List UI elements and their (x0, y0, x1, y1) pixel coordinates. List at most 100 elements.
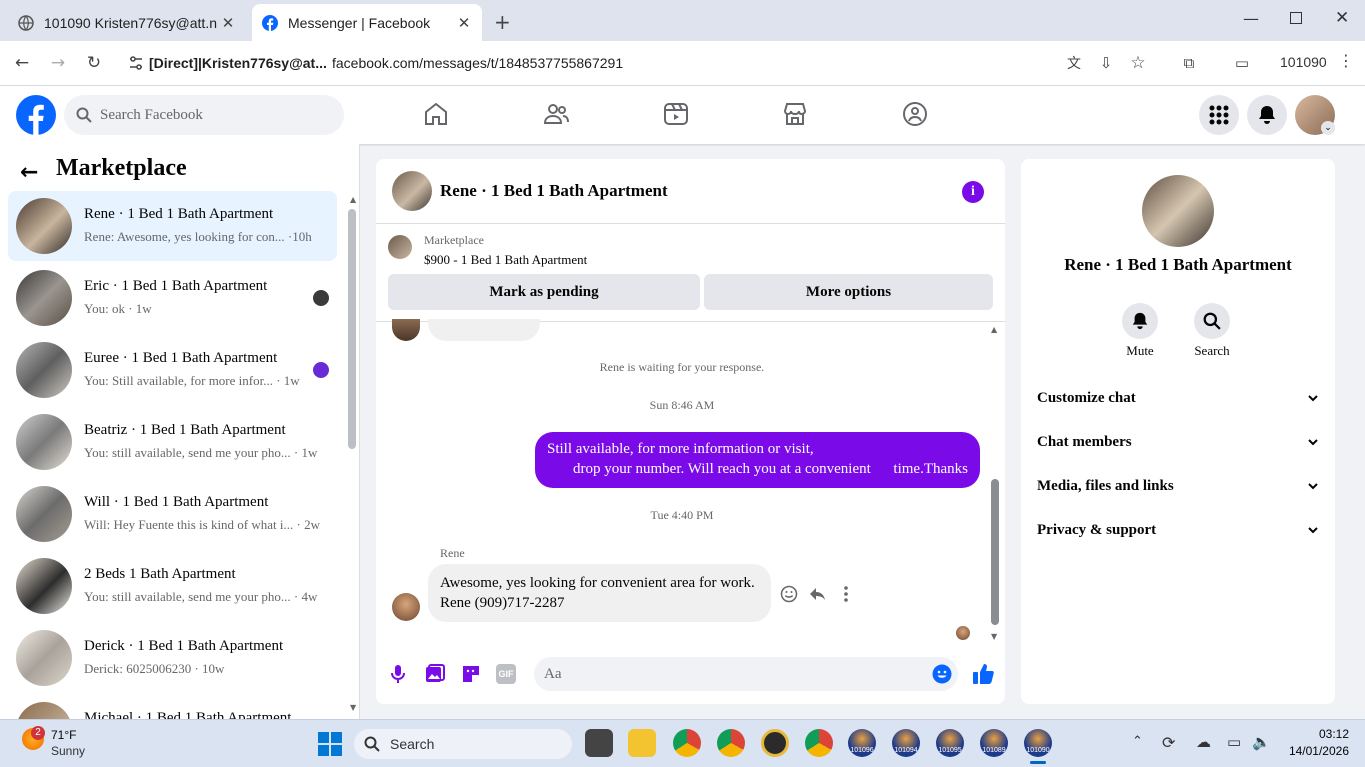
back-arrow-icon[interactable]: ← (20, 160, 38, 185)
conversation-item[interactable]: Eric · 1 Bed 1 Bath Apartment You: ok · 1… (8, 263, 337, 333)
clock-date[interactable]: 14/01/2026 (1283, 744, 1349, 758)
app-icon[interactable] (761, 729, 789, 757)
conversation-item[interactable]: Beatriz · 1 Bed 1 Bath Apartment You: sti… (8, 407, 337, 477)
chrome-app-icon[interactable] (717, 729, 745, 757)
facebook-search-input[interactable]: Search Facebook (64, 95, 344, 135)
browser-profile-app-icon[interactable]: 101095 (936, 729, 964, 757)
more-actions-icon[interactable] (837, 585, 855, 603)
notifications-button[interactable] (1247, 95, 1287, 135)
taskbar-search[interactable]: Search (354, 729, 572, 759)
browser-tab-inactive[interactable]: 101090 Kristen776sy@att.n ✕ (8, 4, 246, 41)
reply-icon[interactable] (808, 585, 826, 603)
new-tab-icon[interactable]: + (494, 10, 511, 34)
file-explorer-icon[interactable] (628, 729, 656, 757)
sender-avatar[interactable] (392, 593, 420, 621)
section-label: Customize chat (1037, 389, 1136, 406)
address-bar[interactable]: [Direct]|Kristen776sy@at... facebook.com… (120, 47, 1160, 79)
minimize-icon[interactable]: — (1243, 9, 1259, 28)
groups-icon[interactable] (902, 101, 928, 127)
browser-tab-active[interactable]: Messenger | Facebook ✕ (252, 4, 482, 41)
chevron-down-icon (1307, 524, 1319, 536)
windows-start-icon[interactable] (318, 732, 342, 756)
info-name: Rene · 1 Bed 1 Bath Apartment (1064, 255, 1292, 274)
close-window-icon[interactable]: ✕ (1335, 8, 1349, 28)
bookmark-star-icon[interactable]: ☆ (1126, 51, 1150, 75)
marketplace-icon[interactable] (782, 101, 808, 127)
translate-icon[interactable]: 文 (1062, 51, 1086, 75)
video-icon[interactable] (663, 101, 689, 127)
info-section-chat-members[interactable]: Chat members (1037, 420, 1319, 464)
install-app-icon[interactable]: ⇩ (1094, 51, 1118, 75)
browser-profile-app-icon[interactable]: 101094 (892, 729, 920, 757)
chat-scrollbar[interactable]: ▲ ▼ (990, 325, 1000, 641)
profile-label[interactable]: 101090 (1280, 54, 1327, 70)
site-settings-icon[interactable] (128, 55, 144, 71)
back-icon[interactable]: ← (10, 51, 34, 75)
close-tab-icon[interactable]: ✕ (456, 14, 472, 32)
chevron-down-icon[interactable]: ⌄ (1321, 121, 1335, 135)
network-icon[interactable]: ☁ (1196, 733, 1211, 751)
emoji-icon[interactable] (932, 664, 952, 684)
conversation-item[interactable]: Euree · 1 Bed 1 Bath Apartment You: Still… (8, 335, 337, 405)
outgoing-message[interactable]: Still available, for more information or… (535, 432, 980, 488)
message-line: time.Thanks (893, 461, 968, 477)
chat-avatar[interactable] (392, 171, 432, 211)
browser-profile-app-icon[interactable]: 101096 (848, 729, 876, 757)
search-in-chat-button[interactable] (1194, 303, 1230, 339)
reload-icon[interactable]: ↻ (82, 51, 106, 75)
info-section-privacy-support[interactable]: Privacy & support (1037, 508, 1319, 552)
volume-icon[interactable]: 🔈 (1252, 733, 1271, 751)
conversation-scrollbar[interactable]: ▲ ▼ (347, 195, 357, 712)
sticker-icon[interactable] (461, 664, 481, 684)
more-options-button[interactable]: More options (704, 274, 993, 310)
photo-icon[interactable] (425, 664, 445, 684)
maximize-icon[interactable] (1290, 12, 1302, 24)
conversation-name: Beatriz · 1 Bed 1 Bath Apartment (84, 422, 286, 438)
conversation-preview: Derick: 6025006230 · 10w (84, 661, 225, 676)
facebook-logo-icon[interactable] (16, 95, 56, 135)
weather-condition: Sunny (51, 744, 86, 758)
close-tab-icon[interactable]: ✕ (220, 14, 236, 32)
app-label: 101095 (938, 747, 962, 754)
display-icon[interactable]: ▭ (1227, 733, 1241, 751)
chevron-down-icon (1307, 392, 1319, 404)
chrome-app-icon[interactable] (673, 729, 701, 757)
conversation-item[interactable]: Will · 1 Bed 1 Bath Apartment Will: Hey F… (8, 479, 337, 549)
friends-icon[interactable] (543, 101, 569, 127)
home-icon[interactable] (423, 101, 449, 127)
url-text: facebook.com/messages/t/1848537755867291 (332, 55, 624, 71)
weather-temp[interactable]: 71°F (51, 728, 76, 742)
info-section-customize-chat[interactable]: Customize chat (1037, 376, 1319, 420)
gif-icon[interactable]: GIF (496, 664, 516, 684)
extensions-icon[interactable]: ⧉ (1177, 51, 1201, 75)
clock-time[interactable]: 03:12 (1283, 727, 1349, 741)
chrome-app-icon[interactable] (805, 729, 833, 757)
conversation-preview: You: ok · 1w (84, 301, 152, 316)
sidepanel-icon[interactable]: ▭ (1230, 51, 1254, 75)
conversation-item[interactable]: Derick · 1 Bed 1 Bath Apartment Derick: 6… (8, 623, 337, 693)
terminal-app-icon[interactable] (585, 729, 613, 757)
info-section-media-files-and-links[interactable]: Media, files and links (1037, 464, 1319, 508)
mark-pending-button[interactable]: Mark as pending (388, 274, 700, 310)
conversation-item[interactable]: Rene · 1 Bed 1 Bath Apartment Rene: Aweso… (8, 191, 337, 261)
browser-menu-icon[interactable]: ⋮ (1338, 51, 1354, 70)
menu-grid-button[interactable] (1199, 95, 1239, 135)
incoming-message[interactable]: Awesome, yes looking for convenient area… (428, 564, 771, 622)
message-input[interactable]: Aa (534, 657, 958, 691)
react-icon[interactable] (780, 585, 798, 603)
chevron-up-icon[interactable]: ⌃ (1132, 734, 1143, 749)
info-avatar[interactable] (1142, 175, 1214, 247)
forward-icon[interactable]: → (46, 51, 70, 75)
sync-icon[interactable]: ⟳ (1162, 733, 1175, 752)
conversation-item[interactable]: 2 Beds 1 Bath Apartment You: still availa… (8, 551, 337, 621)
like-thumb-icon[interactable] (972, 663, 994, 685)
listing-title[interactable]: $900 - 1 Bed 1 Bath Apartment (424, 252, 587, 268)
mute-button[interactable] (1122, 303, 1158, 339)
browser-profile-app-icon[interactable]: 101089 (980, 729, 1008, 757)
info-icon[interactable]: i (962, 181, 984, 203)
browser-profile-app-icon[interactable]: 101090 (1024, 729, 1052, 757)
mic-icon[interactable] (389, 664, 407, 684)
chat-title[interactable]: Rene · 1 Bed 1 Bath Apartment (440, 181, 668, 201)
timestamp: Tue 4:40 PM (650, 508, 714, 522)
partial-message-bubble (428, 319, 540, 341)
